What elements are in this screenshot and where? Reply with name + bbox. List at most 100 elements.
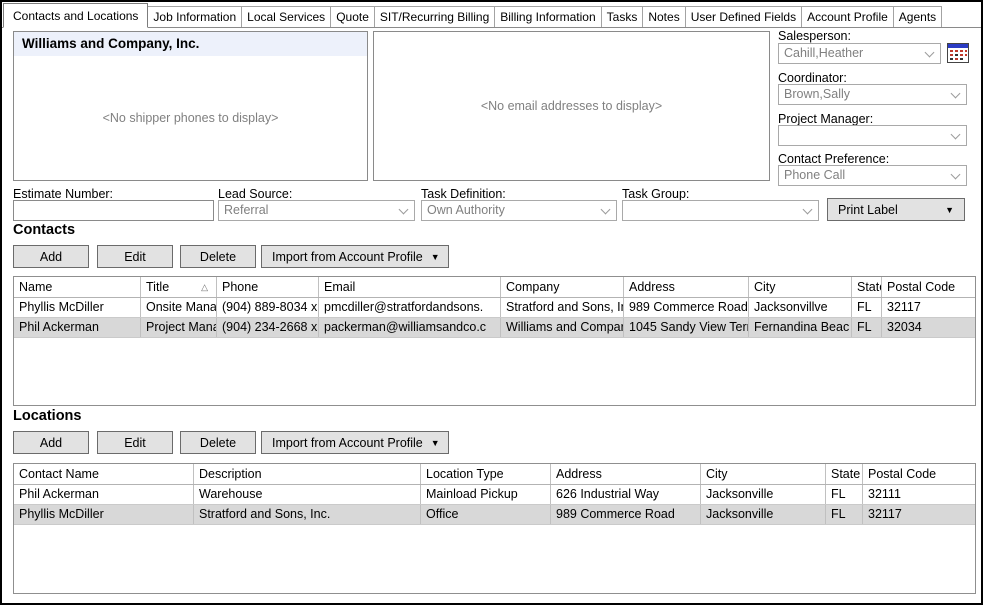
- contacts-table: NameTitle△PhoneEmailCompanyAddressCitySt…: [13, 276, 976, 406]
- locations-cell-city: Jacksonville: [701, 485, 826, 504]
- column-header-email[interactable]: Email: [319, 277, 501, 297]
- contact-preference-dropdown[interactable]: Phone Call: [778, 165, 967, 186]
- column-header-contact-name[interactable]: Contact Name: [14, 464, 194, 484]
- salesperson-dropdown[interactable]: Cahill,Heather: [778, 43, 941, 64]
- tab-billing-information[interactable]: Billing Information: [494, 6, 601, 27]
- locations-cell-contact-name: Phyllis McDiller: [14, 505, 194, 524]
- dropdown-arrow-icon: ▼: [431, 438, 440, 448]
- locations-add-button[interactable]: Add: [13, 431, 89, 454]
- tab-account-profile[interactable]: Account Profile: [801, 6, 894, 27]
- contacts-cell-company: Williams and Compar: [501, 318, 624, 337]
- contacts-cell-postal-code: 32034: [882, 318, 975, 337]
- column-header-postal-code[interactable]: Postal Code: [863, 464, 975, 484]
- task-definition-label: Task Definition:: [421, 187, 506, 201]
- column-header-phone[interactable]: Phone: [217, 277, 319, 297]
- lead-source-label: Lead Source:: [218, 187, 292, 201]
- column-header-address[interactable]: Address: [551, 464, 701, 484]
- column-header-city[interactable]: City: [749, 277, 852, 297]
- contacts-table-row[interactable]: Phil AckermanProject Manag(904) 234-2668…: [14, 318, 975, 338]
- shipper-phones-panel: Williams and Company, Inc. <No shipper p…: [13, 31, 368, 181]
- locations-table-row[interactable]: Phyllis McDillerStratford and Sons, Inc.…: [14, 505, 975, 525]
- contacts-edit-button[interactable]: Edit: [97, 245, 173, 268]
- calendar-icon[interactable]: [947, 43, 969, 68]
- column-header-city[interactable]: City: [701, 464, 826, 484]
- locations-import-button[interactable]: Import from Account Profile ▼: [261, 431, 449, 454]
- column-header-state[interactable]: State: [826, 464, 863, 484]
- contacts-cell-name: Phyllis McDiller: [14, 298, 141, 317]
- contacts-cell-state: FL: [852, 298, 882, 317]
- contacts-import-button[interactable]: Import from Account Profile ▼: [261, 245, 449, 268]
- tab-notes[interactable]: Notes: [642, 6, 685, 27]
- contacts-cell-address: 1045 Sandy View Terr: [624, 318, 749, 337]
- locations-heading: Locations: [13, 408, 81, 424]
- coordinator-label: Coordinator:: [778, 71, 847, 85]
- locations-cell-location-type: Mainload Pickup: [421, 485, 551, 504]
- tab-local-services[interactable]: Local Services: [241, 6, 331, 27]
- column-header-description[interactable]: Description: [194, 464, 421, 484]
- tab-quote[interactable]: Quote: [330, 6, 375, 27]
- locations-delete-button[interactable]: Delete: [180, 431, 256, 454]
- locations-cell-state: FL: [826, 505, 863, 524]
- tab-agents[interactable]: Agents: [893, 6, 942, 27]
- contacts-delete-button[interactable]: Delete: [180, 245, 256, 268]
- email-addresses-empty-text: <No email addresses to display>: [374, 99, 769, 113]
- tab-bar: Contacts and LocationsJob InformationLoc…: [2, 2, 981, 28]
- task-group-label: Task Group:: [622, 187, 689, 201]
- tab-tasks[interactable]: Tasks: [601, 6, 644, 27]
- contacts-cell-postal-code: 32117: [882, 298, 975, 317]
- contacts-cell-title: Project Manag: [141, 318, 217, 337]
- shipper-name: Williams and Company, Inc.: [14, 32, 367, 56]
- salesperson-label: Salesperson:: [778, 29, 851, 43]
- locations-cell-description: Stratford and Sons, Inc.: [194, 505, 421, 524]
- project-manager-dropdown[interactable]: [778, 125, 967, 146]
- lead-source-dropdown[interactable]: Referral: [218, 200, 415, 221]
- locations-header-row: Contact NameDescriptionLocation TypeAddr…: [14, 464, 975, 485]
- chevron-down-icon: [601, 205, 611, 215]
- locations-table-row[interactable]: Phil AckermanWarehouseMainload Pickup626…: [14, 485, 975, 505]
- tab-user-defined-fields[interactable]: User Defined Fields: [685, 6, 802, 27]
- coordinator-dropdown[interactable]: Brown,Sally: [778, 84, 967, 105]
- shipper-phones-empty-text: <No shipper phones to display>: [14, 111, 367, 125]
- locations-cell-city: Jacksonville: [701, 505, 826, 524]
- locations-cell-state: FL: [826, 485, 863, 504]
- tab-job-information[interactable]: Job Information: [147, 6, 242, 27]
- tab-contacts-and-locations[interactable]: Contacts and Locations: [3, 3, 148, 28]
- contacts-cell-city: Jacksonvillve: [749, 298, 852, 317]
- estimate-number-input[interactable]: [13, 200, 214, 221]
- column-header-state[interactable]: State: [852, 277, 882, 297]
- chevron-down-icon: [925, 48, 935, 58]
- locations-cell-address: 989 Commerce Road: [551, 505, 701, 524]
- column-header-location-type[interactable]: Location Type: [421, 464, 551, 484]
- contacts-header-row: NameTitle△PhoneEmailCompanyAddressCitySt…: [14, 277, 975, 298]
- print-label-button[interactable]: Print Label ▼: [827, 198, 965, 221]
- column-header-name[interactable]: Name: [14, 277, 141, 297]
- chevron-down-icon: [803, 205, 813, 215]
- column-header-address[interactable]: Address: [624, 277, 749, 297]
- locations-edit-button[interactable]: Edit: [97, 431, 173, 454]
- task-group-dropdown[interactable]: [622, 200, 819, 221]
- contacts-cell-name: Phil Ackerman: [14, 318, 141, 337]
- locations-cell-address: 626 Industrial Way: [551, 485, 701, 504]
- column-header-title[interactable]: Title△: [141, 277, 217, 297]
- tab-sit-recurring-billing[interactable]: SIT/Recurring Billing: [374, 6, 495, 27]
- contacts-add-button[interactable]: Add: [13, 245, 89, 268]
- chevron-down-icon: [951, 89, 961, 99]
- task-definition-dropdown[interactable]: Own Authority: [421, 200, 617, 221]
- contacts-cell-state: FL: [852, 318, 882, 337]
- contacts-table-row[interactable]: Phyllis McDillerOnsite Manag(904) 889-80…: [14, 298, 975, 318]
- locations-cell-postal-code: 32117: [863, 505, 975, 524]
- contacts-cell-email: pmcdiller@stratfordandsons.: [319, 298, 501, 317]
- chevron-down-icon: [951, 130, 961, 140]
- locations-cell-description: Warehouse: [194, 485, 421, 504]
- contacts-cell-company: Stratford and Sons, In: [501, 298, 624, 317]
- email-addresses-panel: <No email addresses to display>: [373, 31, 770, 181]
- chevron-down-icon: [951, 170, 961, 180]
- column-header-postal-code[interactable]: Postal Code: [882, 277, 975, 297]
- contact-preference-label: Contact Preference:: [778, 152, 889, 166]
- contacts-cell-address: 989 Commerce Road: [624, 298, 749, 317]
- locations-cell-postal-code: 32111: [863, 485, 975, 504]
- sort-ascending-icon: △: [201, 277, 214, 297]
- dropdown-arrow-icon: ▼: [431, 252, 440, 262]
- contacts-cell-phone: (904) 234-2668 x10: [217, 318, 319, 337]
- column-header-company[interactable]: Company: [501, 277, 624, 297]
